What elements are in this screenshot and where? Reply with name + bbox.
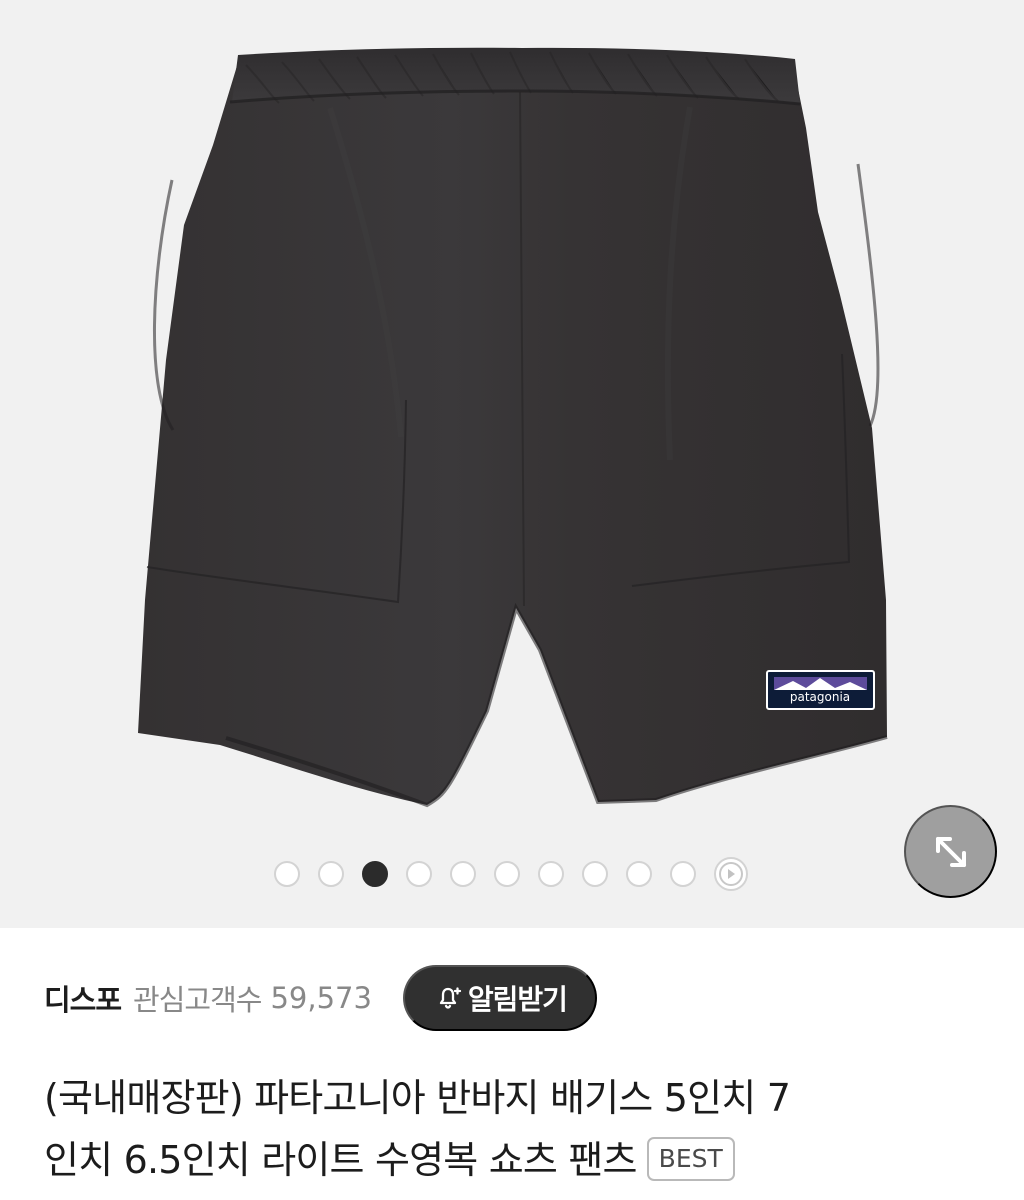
image-pagination[interactable] bbox=[274, 857, 752, 891]
svg-text:patagonia: patagonia bbox=[790, 690, 850, 704]
product-title-line-2: 인치 6.5인치 라이트 수영복 쇼츠 팬츠 BEST bbox=[44, 1129, 974, 1191]
product-image: patagonia bbox=[0, 0, 1024, 928]
notify-label: 알림받기 bbox=[467, 984, 568, 1015]
carousel-dot[interactable] bbox=[318, 861, 344, 887]
product-detail-page: patagonia 디스포 관심고객수 59,573 알림받기 (국내매장판) … bbox=[0, 0, 1024, 1200]
product-title-text: 인치 6.5인치 라이트 수영복 쇼츠 팬츠 bbox=[44, 1138, 637, 1182]
notify-button[interactable]: 알림받기 bbox=[402, 965, 597, 1031]
carousel-dot-active[interactable] bbox=[362, 861, 388, 887]
best-badge: BEST bbox=[646, 1136, 735, 1181]
expand-image-button[interactable] bbox=[904, 805, 997, 898]
patagonia-logo: patagonia bbox=[766, 670, 875, 710]
play-circle-icon bbox=[719, 862, 743, 886]
carousel-dot[interactable] bbox=[670, 861, 696, 887]
expand-icon bbox=[935, 836, 966, 867]
shop-name[interactable]: 디스포 bbox=[44, 977, 122, 1019]
carousel-dot[interactable] bbox=[626, 861, 652, 887]
carousel-dot[interactable] bbox=[538, 861, 564, 887]
bell-plus-icon bbox=[439, 987, 462, 1009]
product-title-line-1: (국내매장판) 파타고니아 반바지 배기스 5인치 7 bbox=[44, 1076, 791, 1120]
carousel-dot[interactable] bbox=[450, 861, 476, 887]
carousel-dot[interactable] bbox=[274, 861, 300, 887]
interest-label: 관심고객수 bbox=[133, 983, 262, 1017]
carousel-dot[interactable] bbox=[406, 861, 432, 887]
product-title: (국내매장판) 파타고니아 반바지 배기스 5인치 7 인치 6.5인치 라이트… bbox=[44, 1067, 974, 1193]
seller-info: 디스포 관심고객수 59,573 알림받기 bbox=[44, 962, 984, 1034]
interest-count: 59,573 bbox=[270, 981, 372, 1015]
carousel-play-button[interactable] bbox=[714, 857, 748, 891]
carousel-dot[interactable] bbox=[582, 861, 608, 887]
product-image-gallery[interactable]: patagonia bbox=[0, 0, 1024, 928]
carousel-dot[interactable] bbox=[494, 861, 520, 887]
